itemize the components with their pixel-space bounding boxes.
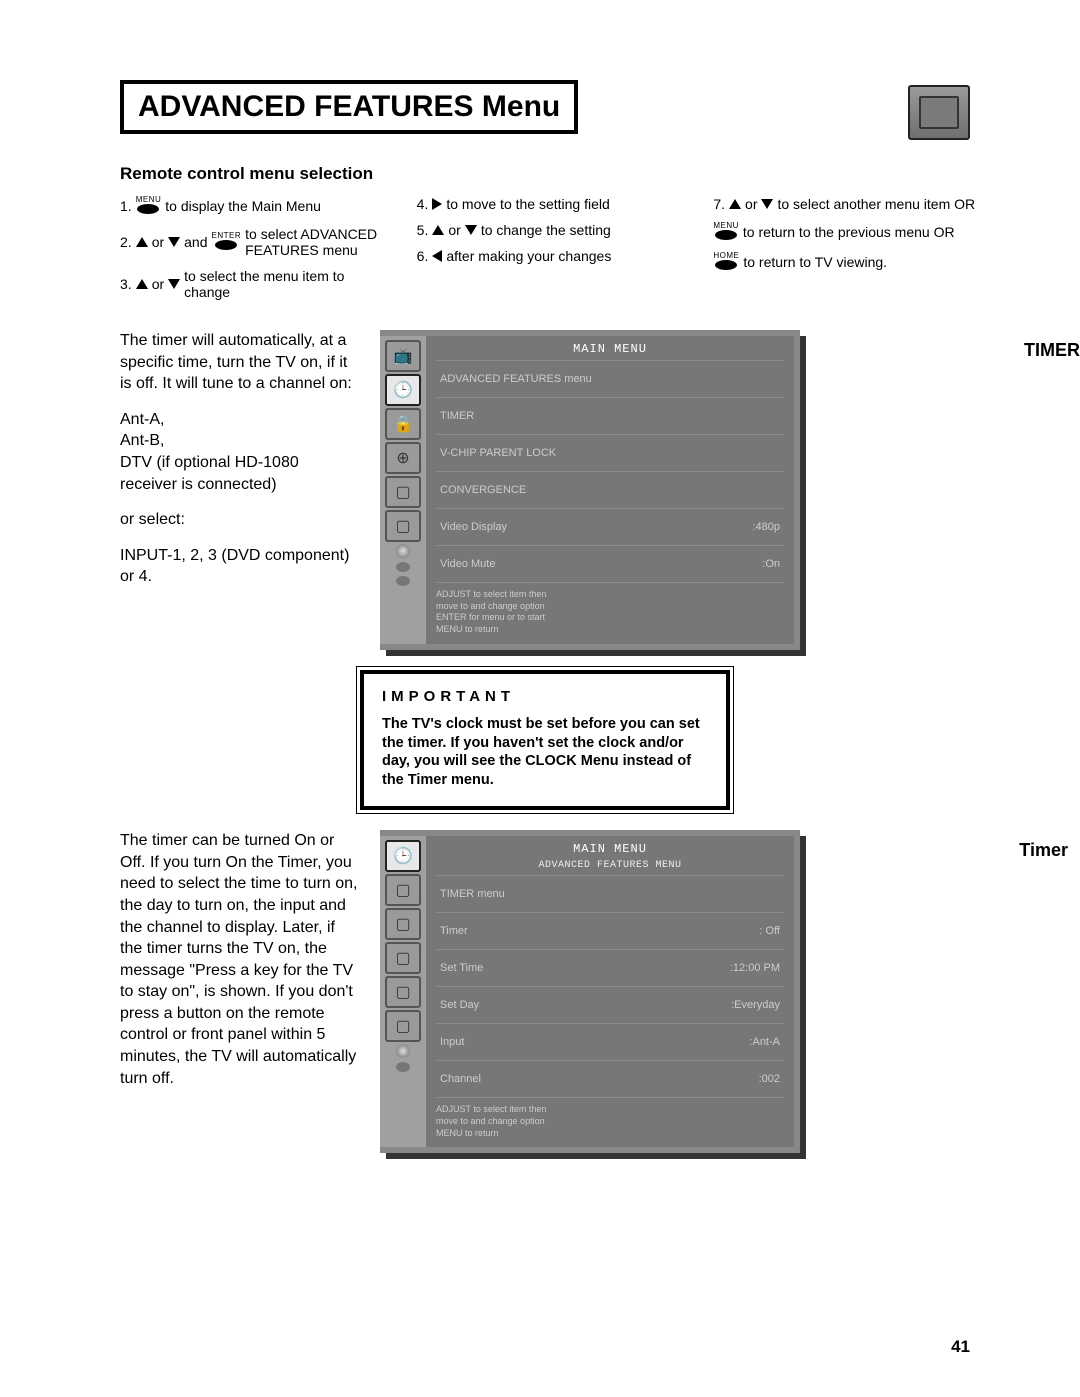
menu-item-advanced-features: ADVANCED FEATURES menu bbox=[436, 360, 784, 397]
page-title-box: ADVANCED FEATURES Menu bbox=[120, 80, 578, 134]
timer-menu-hint: ADJUST to select item then move to and c… bbox=[436, 1097, 784, 1139]
main-menu-screenshot: 📺 🕒 🔒 ⊕ ▢ ▢ MAIN MENU ADVANCED FEATURES … bbox=[380, 330, 800, 650]
dot-icon bbox=[396, 1062, 410, 1072]
left-arrow-icon bbox=[432, 250, 442, 262]
timer-menu-item-set-time: Set Time:12:00 PM bbox=[436, 949, 784, 986]
display-icon: ▢ bbox=[385, 476, 421, 508]
page-title: ADVANCED FEATURES Menu bbox=[138, 90, 560, 124]
timer-menu-subtitle: ADVANCED FEATURES MENU bbox=[436, 860, 784, 871]
timer-side-label: TIMER bbox=[1024, 340, 1080, 361]
timer-p4: INPUT-1, 2, 3 (DVD component) or 4. bbox=[120, 545, 360, 588]
menu-item-vchip: V-CHIP PARENT LOCK bbox=[436, 434, 784, 471]
mute-icon: ▢ bbox=[385, 510, 421, 542]
home-button-icon: HOME bbox=[713, 252, 739, 272]
timer-p1: The timer will automatically, at a speci… bbox=[120, 330, 360, 395]
menu-button-icon: MENU bbox=[136, 196, 162, 216]
up-arrow-icon bbox=[136, 279, 148, 289]
tv-graduation-icon bbox=[908, 85, 970, 140]
dot-icon bbox=[396, 576, 410, 586]
gradient-dot-icon bbox=[396, 544, 410, 558]
timer-side-label-2: Timer bbox=[1019, 840, 1068, 861]
timer-description: The timer will automatically, at a speci… bbox=[120, 330, 360, 602]
up-arrow-icon bbox=[136, 237, 148, 247]
square-icon: ▢ bbox=[385, 874, 421, 906]
timer-menu-icon-column: 🕒 ▢ ▢ ▢ ▢ ▢ bbox=[380, 836, 426, 1147]
instructions: 1. MENU to display the Main Menu 2. or a… bbox=[120, 196, 980, 310]
square-icon: ▢ bbox=[385, 942, 421, 974]
square-icon: ▢ bbox=[385, 976, 421, 1008]
menu-item-convergence: CONVERGENCE bbox=[436, 471, 784, 508]
menu-item-video-display: Video Display:480p bbox=[436, 508, 784, 545]
timer-menu-screenshot: 🕒 ▢ ▢ ▢ ▢ ▢ MAIN MENU ADVANCED FEATURES … bbox=[380, 830, 800, 1153]
timer-menu-header: TIMER menu bbox=[436, 875, 784, 912]
down-arrow-icon bbox=[465, 225, 477, 235]
up-arrow-icon bbox=[432, 225, 444, 235]
timer-menu-title: MAIN MENU bbox=[436, 842, 784, 856]
tv-icon: 📺 bbox=[385, 340, 421, 372]
menu-item-timer: TIMER bbox=[436, 397, 784, 434]
clock-icon: 🕒 bbox=[385, 374, 421, 406]
square-icon: ▢ bbox=[385, 908, 421, 940]
main-menu-icon-column: 📺 🕒 🔒 ⊕ ▢ ▢ bbox=[380, 336, 426, 644]
main-menu-title: MAIN MENU bbox=[436, 342, 784, 356]
dot-icon bbox=[396, 562, 410, 572]
timer-p3: or select: bbox=[120, 509, 360, 531]
timer-p2: Ant-A, Ant-B, DTV (if optional HD-1080 r… bbox=[120, 409, 360, 495]
timer-onoff-description: The timer can be turned On or Off. If yo… bbox=[120, 830, 360, 1089]
enter-button-icon: ENTER bbox=[212, 232, 242, 252]
timer-menu-item-set-day: Set Day:Everyday bbox=[436, 986, 784, 1023]
menu-item-video-mute: Video Mute:On bbox=[436, 545, 784, 582]
gradient-dot-icon bbox=[396, 1044, 410, 1058]
instructions-col-1: 1. MENU to display the Main Menu 2. or a… bbox=[120, 196, 387, 310]
convergence-icon: ⊕ bbox=[385, 442, 421, 474]
page-number: 41 bbox=[951, 1337, 970, 1357]
remote-control-subhead: Remote control menu selection bbox=[120, 164, 980, 184]
instructions-col-2: 4. to move to the setting field 5. or to… bbox=[417, 196, 684, 310]
important-title: IMPORTANT bbox=[382, 688, 708, 705]
square-icon: ▢ bbox=[385, 1010, 421, 1042]
main-menu-hint: ADJUST to select item then move to and c… bbox=[436, 582, 784, 636]
timer-menu-item-channel: Channel:002 bbox=[436, 1060, 784, 1097]
instructions-col-3: 7. or to select another menu item OR MEN… bbox=[713, 196, 980, 310]
timer-menu-item-input: Input:Ant-A bbox=[436, 1023, 784, 1060]
clock-icon: 🕒 bbox=[385, 840, 421, 872]
timer-menu-panel: MAIN MENU ADVANCED FEATURES MENU TIMER m… bbox=[426, 836, 794, 1147]
timer-menu-item-timer: Timer: Off bbox=[436, 912, 784, 949]
right-arrow-icon bbox=[432, 198, 442, 210]
important-box: IMPORTANT The TV's clock must be set bef… bbox=[360, 670, 730, 810]
menu-button-icon: MENU bbox=[713, 222, 739, 242]
main-menu-panel: MAIN MENU ADVANCED FEATURES menu TIMER V… bbox=[426, 336, 794, 644]
down-arrow-icon bbox=[168, 279, 180, 289]
down-arrow-icon bbox=[761, 199, 773, 209]
up-arrow-icon bbox=[729, 199, 741, 209]
down-arrow-icon bbox=[168, 237, 180, 247]
important-text: The TV's clock must be set before you ca… bbox=[382, 715, 708, 790]
lock-icon: 🔒 bbox=[385, 408, 421, 440]
